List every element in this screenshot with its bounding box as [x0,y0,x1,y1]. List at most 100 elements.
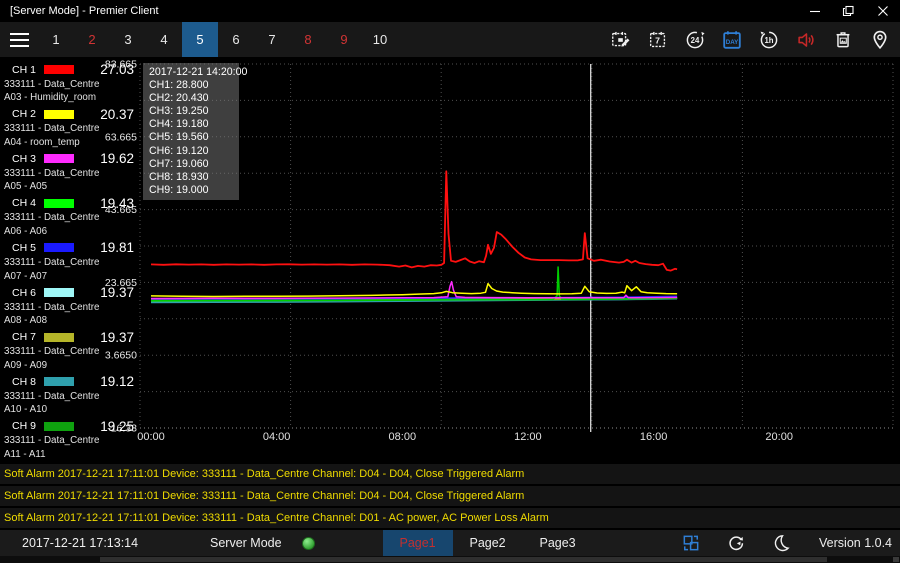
channel-device: 333111 - Data_Centre [4,435,134,446]
toolbar: 12345678910 724DAY1h [0,22,900,57]
channel-id: CH 6 [12,287,44,299]
close-button[interactable] [866,0,900,22]
svg-text:08:00: 08:00 [389,431,417,443]
svg-text:20:00: 20:00 [765,431,793,443]
channel-point: A05 - A05 [4,181,134,192]
screen-tab-1[interactable]: 1 [38,22,74,57]
channel-color-swatch [44,243,74,252]
channel-value: 19.37 [100,285,134,300]
location-icon[interactable] [868,28,891,51]
screen-tab-6[interactable]: 6 [218,22,254,57]
horizontal-scrollbar[interactable] [0,556,900,563]
channel-id: CH 1 [12,64,44,76]
clock: 2017-12-21 17:13:14 [22,536,152,550]
window-title: [Server Mode] - Premier Client [10,5,798,17]
series-CH4 [151,267,677,301]
page-tab-page2[interactable]: Page2 [453,530,523,556]
premier-client-window: [Server Mode] - Premier Client 123456789… [0,0,900,563]
channel-point: A11 - A11 [4,449,134,460]
svg-text:7: 7 [655,35,660,45]
cursor-reading: CH4: 19.180 [149,118,239,131]
channel-color-swatch [44,65,74,74]
channel-point: A09 - A09 [4,360,134,371]
statusbar: 2017-12-21 17:13:14 Server Mode Page1Pag… [0,530,900,556]
sync-icon[interactable] [725,533,746,554]
maximize-button[interactable] [832,0,866,22]
channel-id: CH 2 [12,108,44,120]
calendar-edit-icon[interactable] [609,28,632,51]
channel-color-swatch [44,288,74,297]
alarm-message[interactable]: Soft Alarm 2017-12-21 17:11:01 Device: 3… [0,508,900,528]
cursor-reading: CH9: 19.000 [149,184,239,197]
channel-device: 333111 - Data_Centre [4,212,134,223]
channel-item-CH9[interactable]: CH 919.25333111 - Data_CentreA11 - A11 [4,420,134,462]
channel-item-CH5[interactable]: CH 519.81333111 - Data_CentreA07 - A07 [4,241,134,283]
channel-color-swatch [44,199,74,208]
channel-device: 333111 - Data_Centre [4,391,134,402]
alarm-message[interactable]: Soft Alarm 2017-12-21 17:11:01 Device: 3… [0,486,900,506]
screen-tab-3[interactable]: 3 [110,22,146,57]
series-CH2 [151,284,677,297]
cursor-reading: CH7: 19.060 [149,158,239,171]
channel-item-CH6[interactable]: CH 619.37333111 - Data_CentreA08 - A08 [4,286,134,328]
page-number-tabs: 12345678910 [38,22,398,57]
cursor-reading: CH8: 18.930 [149,171,239,184]
cursor-timestamp: 2017-12-21 14:20:00 [149,66,239,79]
screen-tab-2[interactable]: 2 [74,22,110,57]
channel-point: A03 - Humidity_room [4,92,134,103]
channel-value: 20.37 [100,107,134,122]
channel-color-swatch [44,422,74,431]
minimize-button[interactable] [798,0,832,22]
hours-24-icon[interactable]: 24 [683,28,706,51]
channel-item-CH8[interactable]: CH 819.12333111 - Data_CentreA10 - A10 [4,375,134,417]
screen-tab-7[interactable]: 7 [254,22,290,57]
calendar-week-icon[interactable]: 7 [646,28,669,51]
screen-tab-10[interactable]: 10 [362,22,398,57]
toolbar-icons: 7 24 DAY 1h [609,22,900,57]
layout-pages-icon[interactable] [680,533,701,554]
page-tab-page3[interactable]: Page3 [523,530,593,556]
statusbar-icons [680,533,791,554]
channel-item-CH4[interactable]: CH 419.43333111 - Data_CentreA06 - A06 [4,197,134,239]
svg-text:00:00: 00:00 [137,431,165,443]
channel-id: CH 7 [12,331,44,343]
moon-icon[interactable] [770,533,791,554]
svg-text:DAY: DAY [725,39,738,46]
minimize-icon [805,0,825,22]
mode-label: Server Mode [210,536,282,550]
cursor-reading: CH6: 19.120 [149,145,239,158]
menu-button[interactable] [0,22,38,57]
channel-value: 27.03 [100,62,134,77]
channel-value: 19.25 [100,419,134,434]
svg-text:12:00: 12:00 [514,431,542,443]
channel-point: A07 - A07 [4,271,134,282]
channel-value: 19.12 [100,374,134,389]
channel-item-CH7[interactable]: CH 719.37333111 - Data_CentreA09 - A09 [4,331,134,373]
screen-tab-8[interactable]: 8 [290,22,326,57]
channel-device: 333111 - Data_Centre [4,302,134,313]
page-tab-page1[interactable]: Page1 [383,530,453,556]
channel-color-swatch [44,110,74,119]
channel-item-CH3[interactable]: CH 319.62333111 - Data_CentreA05 - A05 [4,152,134,194]
channel-id: CH 3 [12,153,44,165]
trend-area: 83.66563.66543.66523.6653.6650-16.3300:0… [0,57,900,462]
channel-device: 333111 - Data_Centre [4,346,134,357]
scrollbar-thumb[interactable] [100,557,827,562]
alarm-message[interactable]: Soft Alarm 2017-12-21 17:11:01 Device: 3… [0,464,900,484]
hour-1-icon[interactable]: 1h [757,28,780,51]
screen-tab-5[interactable]: 5 [182,22,218,57]
close-icon [873,0,893,22]
sound-icon[interactable] [794,28,817,51]
snapshot-trash-icon[interactable] [831,28,854,51]
calendar-day-icon[interactable]: DAY [720,28,743,51]
cursor-readout-tooltip: 2017-12-21 14:20:00CH1: 28.800CH2: 20.43… [143,63,239,200]
screen-tab-9[interactable]: 9 [326,22,362,57]
channel-color-swatch [44,154,74,163]
channel-item-CH2[interactable]: CH 220.37333111 - Data_CentreA04 - room_… [4,108,134,150]
channel-color-swatch [44,333,74,342]
channel-legend: CH 1 27.03 333111 - Data_Centre A03 - Humid… [0,57,138,462]
channel-id: CH 4 [12,197,44,209]
screen-tab-4[interactable]: 4 [146,22,182,57]
channel-item-CH1[interactable]: CH 127.03333111 - Data_CentreA03 - Humid… [4,63,134,105]
svg-text:24: 24 [690,35,699,44]
